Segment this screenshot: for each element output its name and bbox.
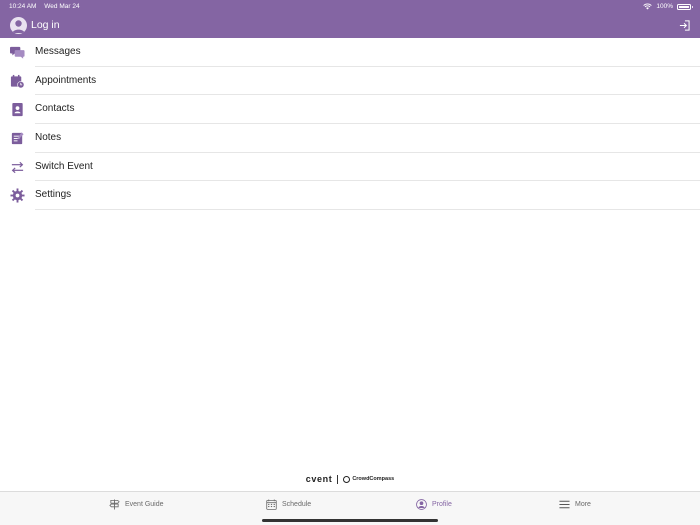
settings-icon xyxy=(10,188,25,203)
tab-more[interactable]: More xyxy=(559,499,591,510)
login-label[interactable]: Log in xyxy=(31,19,60,31)
tab-label: Profile xyxy=(432,501,452,508)
menu-item-label: Contacts xyxy=(35,103,75,115)
appointments-icon xyxy=(10,74,25,89)
status-right: 100% xyxy=(643,0,693,13)
menu-item-notes[interactable]: Notes xyxy=(0,124,700,153)
profile-menu: Messages Appointments Contacts Notes Swi… xyxy=(0,38,700,210)
menu-item-label: Notes xyxy=(35,132,62,144)
home-indicator[interactable] xyxy=(262,519,438,522)
tab-event-guide[interactable]: Event Guide xyxy=(109,499,164,510)
menu-item-contacts[interactable]: Contacts xyxy=(0,95,700,124)
sign-in-icon[interactable] xyxy=(679,20,690,31)
battery-percent: 100% xyxy=(656,3,673,10)
login-bar[interactable]: Log in xyxy=(0,14,700,38)
menu-item-label: Switch Event xyxy=(35,160,93,172)
contacts-icon xyxy=(10,102,25,117)
calendar-icon xyxy=(266,499,277,510)
crowdcompass-logo: CrowdCompass xyxy=(343,475,395,483)
cvent-logo: cvent xyxy=(305,474,333,484)
menu-item-appointments[interactable]: Appointments xyxy=(0,67,700,96)
tab-schedule[interactable]: Schedule xyxy=(266,499,311,510)
tab-label: Schedule xyxy=(282,501,312,508)
messages-icon xyxy=(10,45,25,60)
profile-icon xyxy=(416,499,427,510)
wifi-icon xyxy=(643,3,653,10)
hamburger-menu-icon xyxy=(559,500,570,509)
menu-item-settings[interactable]: Settings xyxy=(0,181,700,210)
avatar[interactable] xyxy=(10,17,27,34)
brand-divider xyxy=(337,474,339,484)
tab-label: Event Guide xyxy=(125,501,164,508)
user-silhouette-icon xyxy=(12,20,25,33)
status-left: 10:24 AM Wed Mar 24 xyxy=(9,0,86,13)
crowdcompass-text: CrowdCompass xyxy=(352,476,395,482)
bottom-tab-bar: Event Guide Schedule Profile More xyxy=(0,491,700,525)
menu-item-switch-event[interactable]: Switch Event xyxy=(0,153,700,182)
switch-event-icon xyxy=(10,160,25,175)
branding-footer: cvent CrowdCompass xyxy=(0,473,700,485)
signpost-icon xyxy=(109,499,120,510)
tab-label: More xyxy=(575,501,591,508)
tab-profile[interactable]: Profile xyxy=(416,499,452,510)
notes-icon xyxy=(10,131,25,146)
menu-item-messages[interactable]: Messages xyxy=(0,38,700,67)
status-bar: 10:24 AM Wed Mar 24 100% xyxy=(0,0,700,13)
battery-icon xyxy=(677,3,693,10)
menu-item-label: Settings xyxy=(35,189,72,201)
status-date: Wed Mar 24 xyxy=(44,3,80,10)
app-header: 10:24 AM Wed Mar 24 100% Log in xyxy=(0,0,700,38)
crowdcompass-mark-icon xyxy=(343,475,351,483)
menu-item-label: Messages xyxy=(35,46,81,57)
menu-item-label: Appointments xyxy=(35,74,97,86)
status-time: 10:24 AM xyxy=(9,3,37,10)
